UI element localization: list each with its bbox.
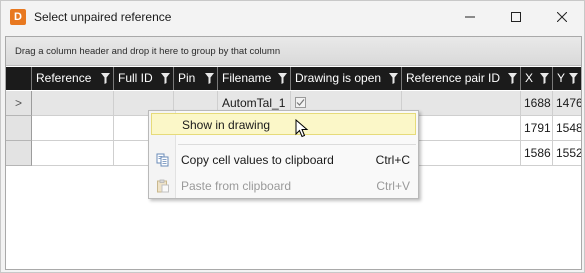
menu-item-shortcut: Ctrl+V [376, 179, 410, 193]
minimize-button[interactable] [448, 1, 492, 32]
row-indicator[interactable] [6, 116, 32, 141]
maximize-button[interactable] [494, 1, 538, 32]
title-bar[interactable]: D Select unpaired reference [1, 1, 584, 34]
menu-item-paste-from-clipboard[interactable]: Paste from clipboard Ctrl+V [151, 175, 416, 197]
app-icon: D [10, 9, 26, 25]
column-header-label: X [525, 71, 534, 85]
dialog-window: D Select unpaired reference Drag a colum… [0, 0, 585, 273]
filter-icon[interactable] [569, 73, 578, 84]
filter-icon[interactable] [101, 73, 110, 84]
window-title: Select unpaired reference [34, 10, 172, 24]
column-header-drawing-is-open[interactable]: Drawing is open [291, 67, 402, 90]
row-header-corner [6, 67, 32, 90]
column-header-label: Y [557, 71, 566, 85]
drawing-open-checkbox[interactable] [295, 97, 306, 109]
minimize-icon [465, 16, 475, 17]
row-indicator[interactable] [6, 141, 32, 166]
cell-reference-pair-id[interactable] [402, 141, 521, 166]
menu-separator [178, 144, 416, 145]
menu-item-copy-cell-values[interactable]: Copy cell values to clipboard Ctrl+C [151, 149, 416, 171]
column-header-label: Full ID [118, 71, 153, 85]
cell-reference[interactable] [32, 91, 114, 116]
filter-icon[interactable] [161, 73, 170, 84]
group-panel[interactable]: Drag a column header and drop it here to… [6, 37, 581, 66]
column-header-pin[interactable]: Pin [174, 67, 218, 90]
cell-y[interactable]: 1476 [553, 91, 581, 116]
grid-header: Reference Full ID Pin Filename Drawing i… [6, 67, 581, 90]
column-header-label: Reference [36, 71, 92, 85]
menu-item-shortcut: Ctrl+C [375, 153, 410, 167]
filter-icon[interactable] [389, 73, 398, 84]
context-menu: Show in drawing Copy cell values to clip… [148, 110, 419, 199]
menu-item-show-in-drawing[interactable]: Show in drawing [151, 113, 416, 135]
column-header-label: Filename [222, 71, 272, 85]
filter-icon[interactable] [205, 73, 214, 84]
column-header-label: Drawing is open [295, 71, 382, 85]
cell-x[interactable]: 1586 [521, 141, 553, 166]
cell-x[interactable]: 1791 [521, 116, 553, 141]
cell-reference-pair-id[interactable] [402, 116, 521, 141]
cell-reference[interactable] [32, 116, 114, 141]
cell-y[interactable]: 1548 [553, 116, 581, 141]
mouse-cursor-icon [295, 119, 309, 138]
close-icon [557, 11, 567, 22]
maximize-icon [511, 11, 521, 22]
cell-reference[interactable] [32, 141, 114, 166]
column-header-full-id[interactable]: Full ID [114, 67, 174, 90]
paste-icon [157, 179, 169, 193]
menu-item-label: Show in drawing [182, 118, 271, 132]
checkmark-icon [296, 99, 305, 107]
column-header-reference[interactable]: Reference [32, 67, 114, 90]
row-indicator[interactable]: > [6, 91, 32, 116]
cell-x[interactable]: 1688 [521, 91, 553, 116]
column-header-y[interactable]: Y [553, 67, 581, 90]
cell-y[interactable]: 1552 [553, 141, 581, 166]
cell-reference-pair-id[interactable] [402, 91, 521, 116]
group-panel-hint: Drag a column header and drop it here to… [15, 46, 281, 57]
menu-item-label: Paste from clipboard [181, 179, 292, 193]
column-header-label: Pin [178, 71, 196, 85]
copy-icon [156, 153, 169, 167]
column-header-x[interactable]: X [521, 67, 553, 90]
close-button[interactable] [540, 1, 584, 32]
column-header-reference-pair-id[interactable]: Reference pair ID [402, 67, 521, 90]
column-header-label: Reference pair ID [406, 71, 501, 85]
filter-icon[interactable] [508, 73, 517, 84]
column-header-filename[interactable]: Filename [218, 67, 291, 90]
menu-item-label: Copy cell values to clipboard [181, 153, 334, 167]
filter-icon[interactable] [540, 73, 549, 84]
filter-icon[interactable] [278, 73, 287, 84]
